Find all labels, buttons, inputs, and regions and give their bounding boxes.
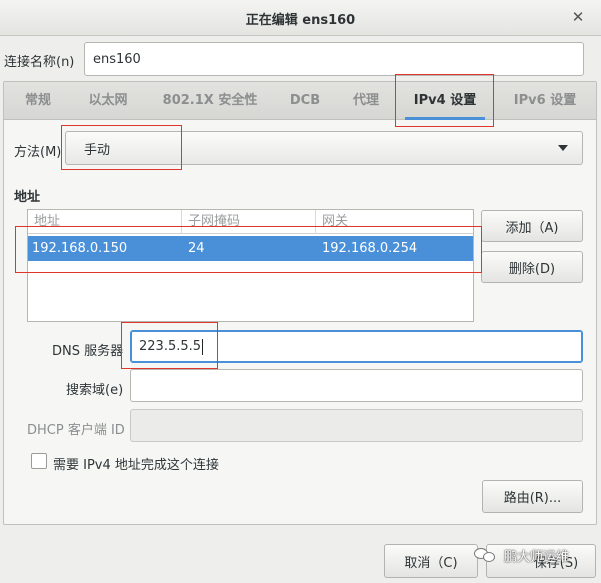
row-netmask[interactable]: 24 (184, 236, 205, 261)
window-title: 正在编辑 ens160 (245, 13, 356, 28)
search-domain-input[interactable] (130, 369, 583, 402)
column-header-netmask[interactable]: 子网掩码 (182, 210, 316, 234)
column-header-gateway[interactable]: 网关 (316, 210, 473, 234)
close-icon[interactable]: ✕ (569, 8, 587, 26)
search-domain-label: 搜索域(e) (66, 383, 124, 398)
require-ipv4-checkbox[interactable] (31, 453, 47, 469)
tab-ethernet[interactable]: 以太网 (76, 82, 140, 120)
tab-proxy[interactable]: 代理 (340, 82, 392, 120)
method-value: 手动 (84, 142, 111, 158)
connection-name-input[interactable]: ens160 (84, 42, 584, 76)
table-row[interactable]: 192.168.0.150 24 192.168.0.254 (28, 236, 473, 261)
routes-button[interactable]: 路由(R)... (482, 480, 583, 513)
tab-ipv4-settings[interactable]: IPv4 设置 (399, 82, 491, 120)
dns-input[interactable]: 223.5.5.5 (130, 330, 583, 363)
tab-dcb[interactable]: DCB (280, 82, 330, 120)
address-table-header: 地址 子网掩码 网关 (28, 210, 473, 234)
dns-value: 223.5.5.5 (139, 339, 202, 354)
delete-address-button[interactable]: 删除(D) (481, 251, 583, 283)
cancel-button[interactable]: 取消（C) (384, 544, 478, 578)
tab-8021x-security[interactable]: 802.1X 安全性 (150, 82, 270, 120)
watermark: 鹏大师运维 (474, 540, 569, 570)
dhcp-client-id-input (130, 409, 583, 442)
watermark-text: 鹏大师运维 (504, 549, 570, 565)
text-caret (202, 338, 204, 355)
dns-label: DNS 服务器 (52, 344, 124, 359)
tab-general[interactable]: 常规 (14, 82, 62, 120)
require-ipv4-label[interactable]: 需要 IPv4 地址完成这个连接 (53, 454, 219, 473)
row-address[interactable]: 192.168.0.150 (28, 236, 127, 261)
address-table[interactable]: 地址 子网掩码 网关 192.168.0.150 24 192.168.0.25… (27, 209, 474, 322)
method-label: 方法(M) (14, 145, 62, 160)
connection-name-label: 连接名称(n) (4, 55, 75, 70)
address-section-title: 地址 (14, 190, 41, 205)
title-bar: 正在编辑 ens160 ✕ (0, 0, 601, 36)
dhcp-client-id-label: DHCP 客户端 ID (27, 423, 125, 438)
tab-ipv6-settings[interactable]: IPv6 设置 (502, 82, 588, 120)
connection-name-value: ens160 (93, 51, 141, 67)
method-dropdown[interactable]: 手动 (65, 131, 583, 165)
row-gateway[interactable]: 192.168.0.254 (318, 236, 417, 261)
chevron-down-icon (558, 145, 568, 151)
wechat-icon (474, 546, 498, 564)
tab-bar: 常规 以太网 802.1X 安全性 DCB 代理 IPv4 设置 IPv6 设置 (4, 82, 596, 120)
column-header-address[interactable]: 地址 (28, 210, 182, 234)
add-address-button[interactable]: 添加（A) (481, 210, 583, 242)
